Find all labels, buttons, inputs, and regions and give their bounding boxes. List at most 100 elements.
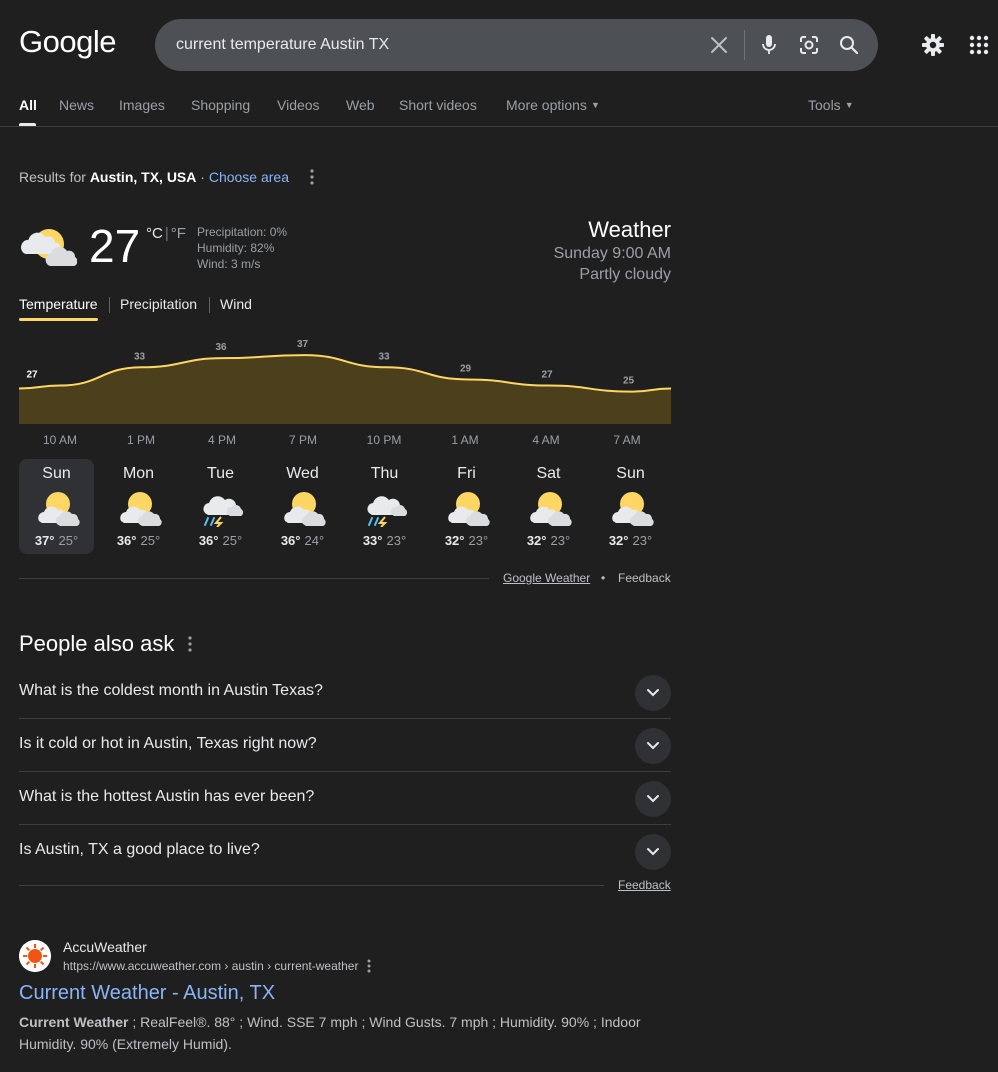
google-weather-link[interactable]: Google Weather (503, 571, 590, 585)
google-apps-icon[interactable] (969, 35, 989, 55)
search-icon[interactable] (838, 34, 860, 56)
tools-label: Tools (808, 97, 841, 113)
day-high: 36° (198, 533, 219, 548)
day-temps: 32° 23° (593, 533, 668, 548)
chevron-down-icon[interactable] (635, 675, 671, 711)
snippet-bold: Current Weather (19, 1014, 129, 1030)
weather-feedback-link[interactable]: Feedback (618, 571, 671, 585)
paa-feedback-link[interactable]: Feedback (618, 878, 671, 892)
paa-question-text: Is Austin, TX a good place to live? (19, 841, 260, 858)
more-vert-icon[interactable] (362, 957, 376, 975)
temperature-data-label: 27 (26, 370, 38, 381)
forecast-day-sun[interactable]: Sun 37° 25° (19, 459, 94, 554)
tab-images[interactable]: Images (119, 97, 165, 113)
forecast-day-sun-next[interactable]: Sun 32° 23° (593, 459, 668, 554)
day-temps: 36° 24° (265, 533, 340, 548)
weather-title: Weather (588, 217, 671, 242)
hour-label: 7 AM (613, 433, 641, 447)
day-temps: 37° 25° (19, 533, 94, 548)
tab-more-options[interactable]: More options ▼ (506, 97, 600, 113)
paa-question[interactable]: Is Austin, TX a good place to live? (19, 825, 671, 878)
partly-cloudy-icon (21, 229, 77, 266)
day-low: 23° (632, 533, 653, 548)
day-temps: 33° 23° (347, 533, 422, 548)
partly-cloudy-icon (38, 492, 80, 526)
results-for-separator: · (200, 169, 205, 185)
hour-label: 1 PM (126, 433, 155, 447)
day-temps: 32° 23° (511, 533, 586, 548)
day-temps: 36° 25° (101, 533, 176, 548)
thunderstorm-rain-icon (367, 496, 408, 527)
result-snippet: Current Weather ; RealFeel®. 88° ; Wind.… (19, 1011, 659, 1055)
celsius-unit[interactable]: °C (146, 225, 163, 242)
google-logo[interactable]: Google (19, 24, 116, 60)
hour-label: 1 AM (451, 433, 479, 447)
partly-cloudy-icon (284, 492, 326, 526)
tab-temperature[interactable]: Temperature (19, 296, 98, 312)
weather-header: Weather Sunday 9:00 AM Partly cloudy (554, 217, 671, 285)
tab-web[interactable]: Web (346, 97, 375, 113)
thunderstorm-rain-icon (203, 496, 244, 527)
choose-area-link[interactable]: Choose area (209, 169, 289, 185)
tab-videos[interactable]: Videos (277, 97, 320, 113)
day-name: Wed (286, 465, 319, 482)
weather-tab-divider (109, 297, 110, 313)
hour-label: 10 PM (366, 433, 402, 447)
day-high: 33° (362, 533, 383, 548)
day-name: Thu (370, 465, 399, 482)
unit-separator: | (164, 225, 169, 242)
chevron-down-icon[interactable] (635, 834, 671, 870)
tab-precipitation[interactable]: Precipitation (120, 296, 197, 312)
day-temps: 32° 23° (429, 533, 504, 548)
temperature-chart: 27 33 36 37 33 29 27 25 (19, 340, 671, 424)
wind-text: Wind: 3 m/s (197, 257, 261, 271)
more-vert-icon[interactable] (304, 168, 320, 186)
day-high: 36° (280, 533, 301, 548)
tools-button[interactable]: Tools ▼ (808, 97, 854, 113)
settings-gear-icon[interactable] (921, 33, 945, 57)
forecast-day-tue[interactable]: Tue 36° 25° (183, 459, 258, 554)
more-options-label: More options (506, 97, 587, 113)
forecast-day-mon[interactable]: Mon 36° 25° (101, 459, 176, 554)
paa-question[interactable]: What is the coldest month in Austin Texa… (19, 666, 671, 719)
paa-question-text: What is the hottest Austin has ever been… (19, 788, 315, 805)
result-url[interactable]: https://www.accuweather.com › austin › c… (63, 959, 358, 973)
search-box[interactable]: current temperature Austin TX (155, 19, 878, 71)
google-lens-icon[interactable] (798, 34, 820, 56)
clear-icon[interactable] (709, 35, 729, 55)
day-high: 32° (608, 533, 629, 548)
paa-question[interactable]: Is it cold or hot in Austin, Texas right… (19, 719, 671, 772)
tab-wind[interactable]: Wind (220, 296, 252, 312)
microphone-icon[interactable] (759, 34, 779, 56)
hour-label: 7 PM (288, 433, 317, 447)
day-low: 25° (140, 533, 161, 548)
day-name: Fri (457, 465, 476, 482)
fahrenheit-unit[interactable]: °F (171, 225, 186, 242)
forecast-day-fri[interactable]: Fri 32° 23° (429, 459, 504, 554)
forecast-day-wed[interactable]: Wed 36° 24° (265, 459, 340, 554)
paa-question[interactable]: What is the hottest Austin has ever been… (19, 772, 671, 825)
tab-shopping[interactable]: Shopping (191, 97, 250, 113)
chevron-down-icon[interactable] (635, 781, 671, 817)
search-input[interactable]: current temperature Austin TX (176, 36, 389, 54)
people-also-ask-title: People also ask (19, 631, 175, 656)
temperature-data-label: 33 (378, 351, 390, 362)
day-low: 23° (468, 533, 489, 548)
result-site-name[interactable]: AccuWeather (63, 939, 147, 955)
temperature-data-label: 25 (623, 376, 635, 387)
unit-toggle: °C | °F (146, 225, 186, 242)
day-low: 25° (58, 533, 79, 548)
day-low: 23° (550, 533, 571, 548)
chevron-down-icon[interactable] (635, 728, 671, 764)
partly-cloudy-icon (120, 492, 162, 526)
tab-news[interactable]: News (59, 97, 94, 113)
tab-short-videos[interactable]: Short videos (399, 97, 477, 113)
weather-footer-divider (19, 578, 489, 579)
tab-all[interactable]: All (19, 97, 37, 113)
result-title-link[interactable]: Current Weather - Austin, TX (19, 982, 275, 1005)
forecast-day-thu[interactable]: Thu 33° 23° (347, 459, 422, 554)
more-vert-icon[interactable] (182, 635, 198, 653)
forecast-day-sat[interactable]: Sat 32° 23° (511, 459, 586, 554)
paa-question-text: What is the coldest month in Austin Texa… (19, 682, 323, 699)
humidity-text: Humidity: 82% (197, 241, 275, 255)
